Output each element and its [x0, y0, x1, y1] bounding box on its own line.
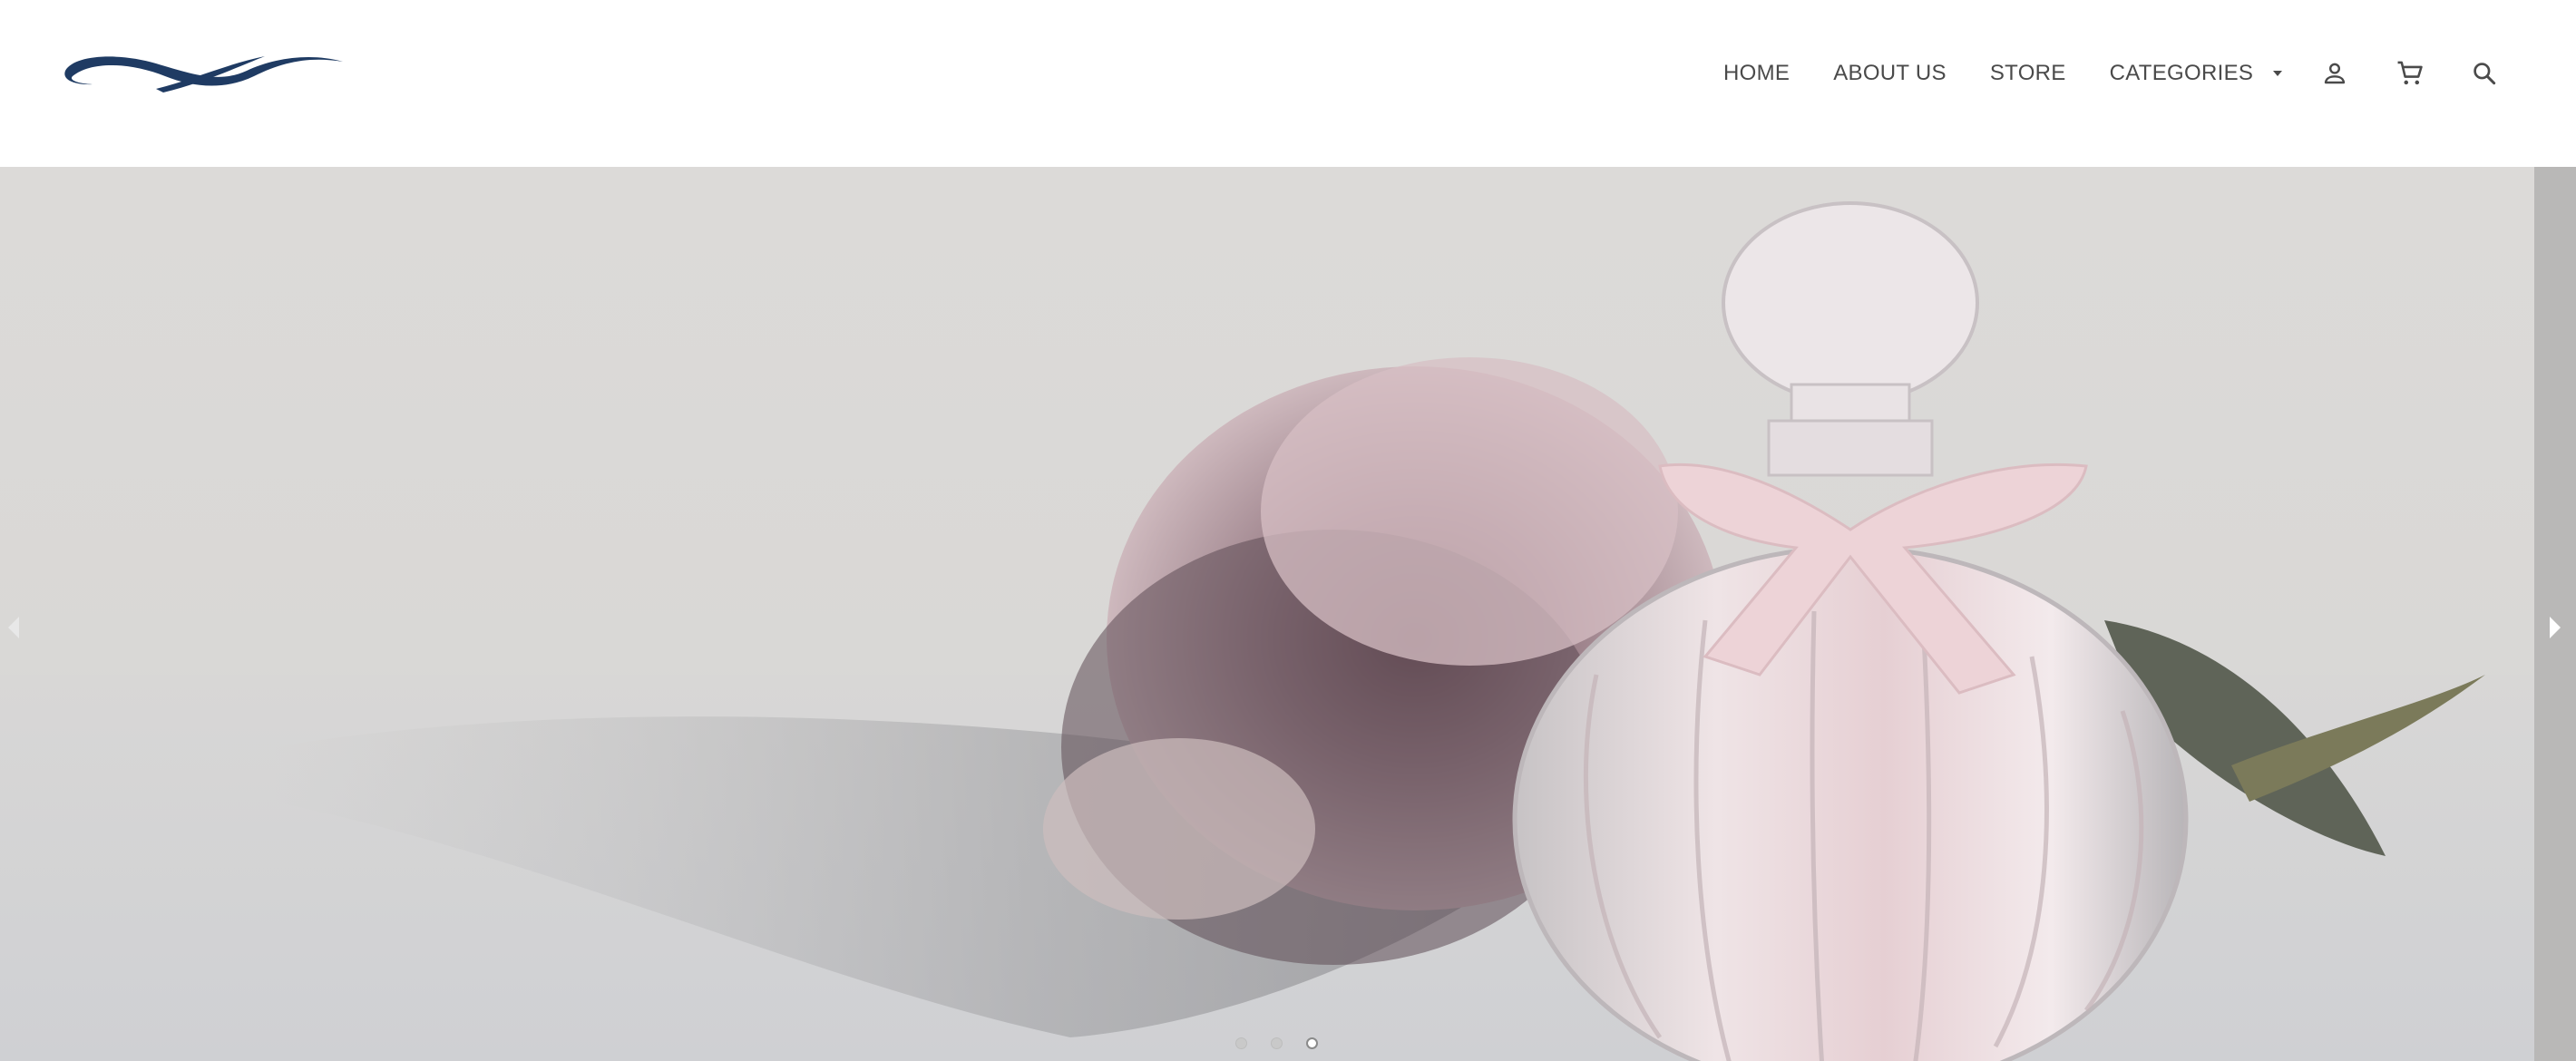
cart-button[interactable] — [2391, 54, 2429, 92]
nav-about-us-label: ABOUT US — [1833, 61, 1947, 85]
swoosh-logo-icon — [64, 56, 343, 92]
slide-dot-3[interactable] — [1306, 1037, 1318, 1049]
account-button[interactable] — [2316, 54, 2354, 92]
chevron-left-icon — [8, 617, 19, 638]
nav-store[interactable]: STORE — [1990, 61, 2066, 86]
nav-home[interactable]: HOME — [1723, 61, 1790, 86]
carousel-dots — [1235, 1037, 1342, 1049]
main-nav: HOME ABOUT US STORE CATEGORIES — [1723, 53, 2326, 94]
prev-slide-button[interactable] — [0, 609, 27, 646]
nav-store-label: STORE — [1989, 61, 2066, 85]
chevron-right-icon — [2550, 617, 2561, 638]
hero-carousel — [0, 167, 2576, 1061]
search-button[interactable] — [2465, 54, 2503, 92]
chevron-down-icon — [2273, 71, 2283, 76]
search-icon — [2474, 63, 2496, 85]
cart-icon — [2397, 61, 2423, 85]
account-icon — [2324, 63, 2346, 84]
nav-categories[interactable]: CATEGORIES — [2110, 61, 2283, 86]
next-slide-button[interactable] — [2542, 609, 2569, 646]
slide-dot-2[interactable] — [1271, 1037, 1283, 1049]
brand-logo[interactable] — [56, 44, 345, 100]
perfume-bottle-with-peony-image — [0, 201, 2540, 1061]
nav-home-label: HOME — [1723, 61, 1791, 85]
nav-about-us[interactable]: ABOUT US — [1833, 61, 1947, 86]
site-header: HOME ABOUT US STORE CATEGORIES — [0, 0, 2576, 167]
slide-dot-1[interactable] — [1235, 1037, 1247, 1049]
nav-categories-label: CATEGORIES — [2109, 61, 2254, 85]
